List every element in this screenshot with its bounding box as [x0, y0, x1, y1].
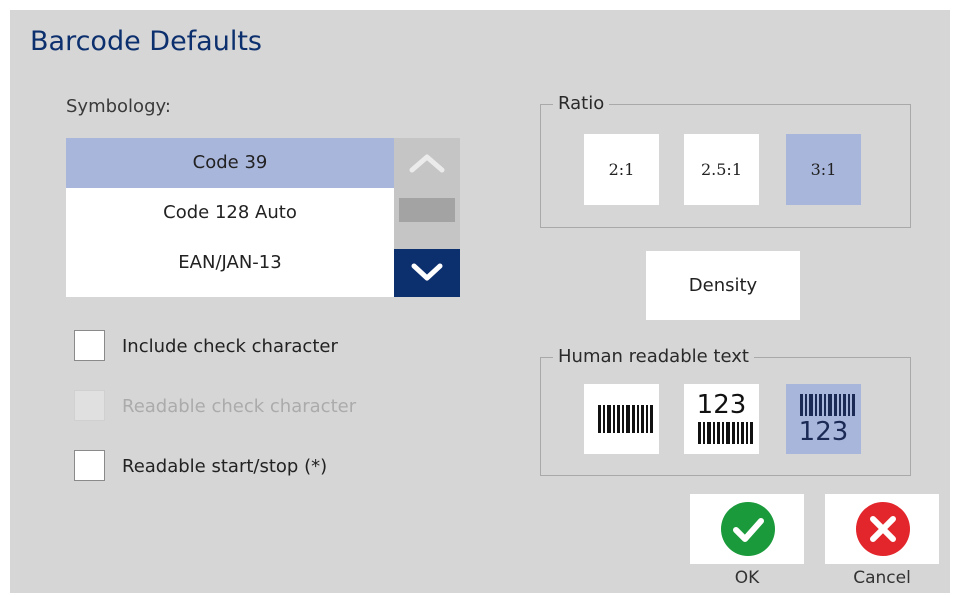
readable-start-stop-label: Readable start/stop (*) [122, 456, 328, 477]
density-button[interactable]: Density [646, 251, 800, 320]
readable-start-stop-checkbox[interactable] [74, 450, 105, 481]
barcode-icon [800, 394, 857, 416]
symbology-label: Symbology: [66, 96, 171, 117]
readable-check-character-label: Readable check character [122, 396, 357, 417]
hr-above-button[interactable]: 123 [684, 384, 759, 454]
ok-label: OK [734, 568, 760, 588]
scroll-up-button[interactable] [394, 138, 460, 188]
symbology-item-code128[interactable]: Code 128 Auto [66, 188, 394, 238]
symbology-list[interactable]: Code 39 Code 128 Auto EAN/JAN-13 [66, 138, 394, 297]
hr-above-sample-text: 123 [696, 390, 747, 420]
check-circle-icon [721, 502, 775, 556]
hr-below-sample-text: 123 [798, 417, 849, 447]
symbology-item-code39[interactable]: Code 39 [66, 138, 394, 188]
x-circle-icon [856, 502, 910, 556]
ratio-2-5-1-button[interactable]: 2.5:1 [684, 134, 759, 205]
hr-none-button[interactable] [584, 384, 659, 454]
ok-button[interactable] [690, 494, 804, 564]
cancel-button[interactable] [825, 494, 939, 564]
readable-check-character-checkbox [74, 390, 105, 421]
ratio-2-1-button[interactable]: 2:1 [584, 134, 659, 205]
chevron-up-icon [409, 154, 445, 173]
cancel-label: Cancel [853, 568, 911, 588]
symbology-item-ean13[interactable]: EAN/JAN-13 [66, 238, 394, 288]
barcode-icon [598, 405, 655, 433]
scroll-thumb[interactable] [399, 198, 455, 222]
barcode-icon [698, 422, 755, 444]
include-check-character-checkbox[interactable] [74, 330, 105, 361]
ratio-3-1-button[interactable]: 3:1 [786, 134, 861, 205]
symbology-scrollbar[interactable] [394, 138, 460, 297]
hr-below-button[interactable]: 123 [786, 384, 861, 454]
barcode-defaults-dialog: Barcode Defaults Symbology: Code 39 Code… [10, 10, 950, 593]
human-readable-legend: Human readable text [553, 347, 754, 367]
scroll-down-button[interactable] [394, 249, 460, 297]
ratio-legend: Ratio [553, 94, 610, 114]
dialog-title: Barcode Defaults [30, 26, 262, 57]
include-check-character-label: Include check character [122, 336, 338, 357]
chevron-down-icon [411, 263, 443, 281]
